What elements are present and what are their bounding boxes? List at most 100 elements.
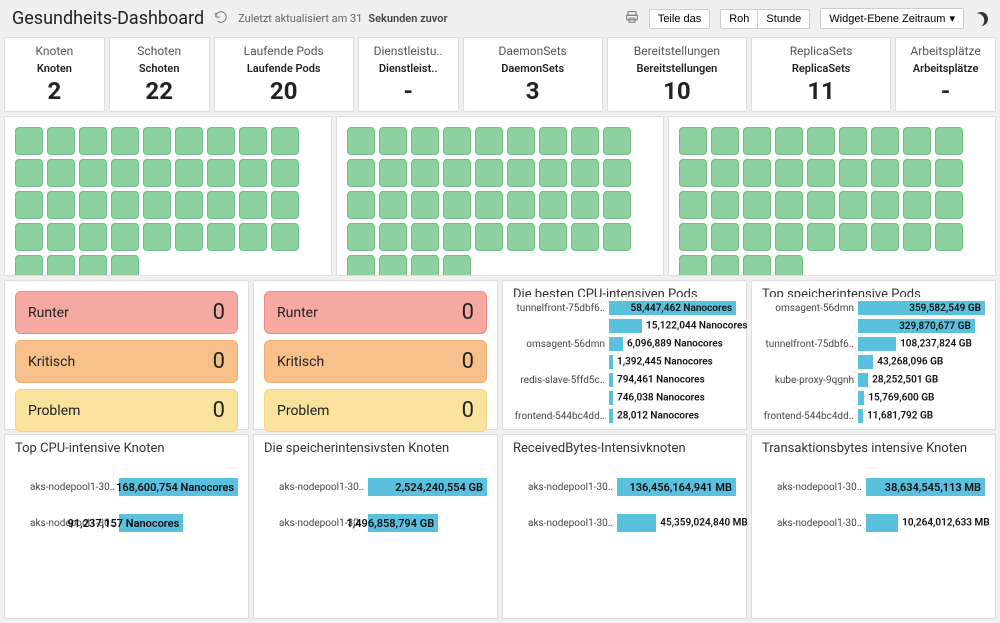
status-cell[interactable]: [271, 127, 299, 155]
status-cell[interactable]: [175, 223, 203, 251]
status-cell[interactable]: [379, 127, 407, 155]
status-cell[interactable]: [111, 191, 139, 219]
status-cell[interactable]: [807, 127, 835, 155]
bar-item[interactable]: aks-nodepool1-30..91,237,157 Nanocores: [15, 514, 238, 532]
status-cell[interactable]: [539, 191, 567, 219]
status-cell[interactable]: [47, 255, 75, 276]
status-cell[interactable]: [679, 127, 707, 155]
status-cell[interactable]: [347, 255, 375, 276]
status-cell[interactable]: [711, 127, 739, 155]
tile-arbeitsplaetze[interactable]: Arbeitsplätze Arbeitsplätze -: [895, 37, 996, 112]
status-cell[interactable]: [143, 223, 171, 251]
status-cell[interactable]: [871, 223, 899, 251]
problem-pods-card[interactable]: Problematische Pods Live Runter0 Kritisc…: [253, 280, 498, 430]
status-cell[interactable]: [15, 223, 43, 251]
bar-item[interactable]: 15,769,600 GB: [762, 391, 985, 405]
status-cell[interactable]: [679, 223, 707, 251]
tile-knoten[interactable]: Knoten Knoten 2: [4, 37, 105, 112]
status-cell[interactable]: [239, 191, 267, 219]
status-cell[interactable]: [743, 127, 771, 155]
status-cell[interactable]: [143, 159, 171, 187]
status-cell[interactable]: [903, 191, 931, 219]
status-cell[interactable]: [143, 127, 171, 155]
bar-item[interactable]: tunnelfront-75dbf6..58,447,462 Nanocores: [513, 301, 736, 315]
status-cell[interactable]: [775, 127, 803, 155]
bar-item[interactable]: aks-nodepool1-30..38,634,545,113 MB: [762, 478, 985, 496]
status-cell[interactable]: [839, 127, 867, 155]
status-cell[interactable]: [47, 223, 75, 251]
service-status-card[interactable]: Aktueller Servicestatus Live: [668, 116, 996, 276]
status-cell[interactable]: [935, 127, 963, 155]
status-cell[interactable]: [411, 159, 439, 187]
bar-item[interactable]: aks-nodepool1-30..45,359,024,840 MB: [513, 514, 736, 532]
bar-item[interactable]: 1,392,445 Nanocores: [513, 355, 736, 369]
status-cell[interactable]: [475, 127, 503, 155]
tile-replicasets[interactable]: ReplicaSets ReplicaSets 11: [751, 37, 891, 112]
status-cell[interactable]: [935, 223, 963, 251]
status-cell[interactable]: [475, 223, 503, 251]
status-cell[interactable]: [443, 159, 471, 187]
status-cell[interactable]: [175, 159, 203, 187]
status-cell[interactable]: [571, 159, 599, 187]
status-cell[interactable]: [903, 127, 931, 155]
status-cell[interactable]: [775, 255, 803, 276]
status-cell[interactable]: [379, 191, 407, 219]
status-cell[interactable]: [775, 191, 803, 219]
status-cell[interactable]: [79, 191, 107, 219]
status-cell[interactable]: [175, 127, 203, 155]
status-cell[interactable]: [111, 223, 139, 251]
status-cell[interactable]: [47, 127, 75, 155]
status-cell[interactable]: [871, 127, 899, 155]
status-cell[interactable]: [207, 191, 235, 219]
status-cell[interactable]: [347, 159, 375, 187]
status-cell[interactable]: [679, 159, 707, 187]
down-box[interactable]: Runter0: [264, 291, 487, 334]
status-cell[interactable]: [443, 255, 471, 276]
status-cell[interactable]: [271, 159, 299, 187]
bar-item[interactable]: 329,870,677 GB: [762, 319, 985, 333]
status-cell[interactable]: [239, 223, 267, 251]
status-cell[interactable]: [903, 159, 931, 187]
bar-item[interactable]: aks-nodepool1-30..168,600,754 Nanocores: [15, 478, 238, 496]
status-cell[interactable]: [743, 223, 771, 251]
status-cell[interactable]: [175, 191, 203, 219]
status-cell[interactable]: [903, 223, 931, 251]
status-cell[interactable]: [207, 223, 235, 251]
status-cell[interactable]: [15, 191, 43, 219]
tile-schoten[interactable]: Schoten Schoten 22: [109, 37, 210, 112]
bar-item[interactable]: tunnelfront-75dbf6..108,237,824 GB: [762, 337, 985, 351]
status-cell[interactable]: [807, 159, 835, 187]
status-cell[interactable]: [111, 127, 139, 155]
status-cell[interactable]: [711, 191, 739, 219]
status-cell[interactable]: [347, 127, 375, 155]
status-cell[interactable]: [935, 191, 963, 219]
status-cell[interactable]: [79, 159, 107, 187]
status-cell[interactable]: [79, 127, 107, 155]
raw-button[interactable]: Roh: [720, 9, 758, 29]
top-cpu-pods-card[interactable]: Die besten CPU-intensiven Pods tunnelfro…: [502, 280, 747, 430]
top-mem-nodes-card[interactable]: Die speicherintensivsten Knoten aks-node…: [253, 434, 498, 619]
status-cell[interactable]: [571, 127, 599, 155]
status-cell[interactable]: [775, 159, 803, 187]
status-cell[interactable]: [15, 127, 43, 155]
printer-icon[interactable]: [625, 10, 639, 28]
status-cell[interactable]: [603, 191, 631, 219]
refresh-icon[interactable]: [214, 10, 228, 28]
status-cell[interactable]: [411, 127, 439, 155]
status-cell[interactable]: [443, 223, 471, 251]
status-cell[interactable]: [379, 255, 407, 276]
status-cell[interactable]: [79, 255, 107, 276]
status-cell[interactable]: [807, 223, 835, 251]
status-cell[interactable]: [507, 127, 535, 155]
status-cell[interactable]: [775, 223, 803, 251]
critical-box[interactable]: Kritisch0: [15, 340, 238, 383]
status-cell[interactable]: [603, 223, 631, 251]
bar-item[interactable]: kube-proxy-9qgnh28,252,501 GB: [762, 373, 985, 387]
status-cell[interactable]: [571, 223, 599, 251]
dark-mode-icon[interactable]: [972, 10, 990, 28]
status-cell[interactable]: [271, 223, 299, 251]
rx-nodes-card[interactable]: ReceivedBytes-Intensivknoten aks-nodepoo…: [502, 434, 747, 619]
bar-item[interactable]: frontend-544bc4dd..28,012 Nanocores: [513, 409, 736, 423]
status-cell[interactable]: [679, 191, 707, 219]
problem-nodes-card[interactable]: Problematische Knoten Live Runter0 Kriti…: [4, 280, 249, 430]
